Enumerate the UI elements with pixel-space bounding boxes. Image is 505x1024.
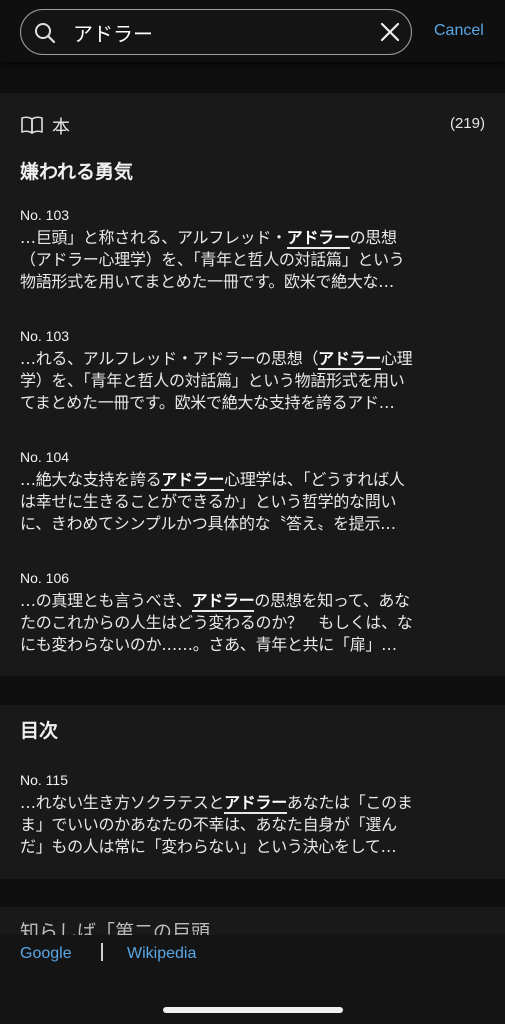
snippet-line: てまとめた一冊です。欧米で絶大な支持を誇るアド…	[20, 392, 488, 414]
clear-icon[interactable]	[379, 21, 401, 43]
search-icon	[35, 23, 56, 44]
snippet-text: （アドラー心理学）を、「青年と哲人の対話篇」という	[20, 250, 405, 269]
snippet-text: だ」もの人は常に「変わらない」という決心をして…	[20, 837, 397, 856]
search-highlight: アドラー	[191, 591, 255, 612]
snippet-text: あなたは「このま	[286, 793, 413, 812]
home-indicator[interactable]	[163, 1007, 343, 1013]
snippet-text: ま」でいいのかあなたの不幸は、あなた自身が「選ん	[20, 815, 397, 834]
search-snippet[interactable]: No. 106 …の真理とも言うべき、アドラーの思想を知って、あな たのこれからの人…	[20, 570, 488, 656]
snippet-line: …絶大な支持を誇るアドラー心理学は、「どうすれば人	[20, 469, 488, 491]
snippet-line: …巨頭」と称される、アルフレッド・アドラーの思想	[20, 227, 488, 249]
snippet-location: No. 104	[20, 449, 70, 465]
snippet-line: 学）を、「青年と哲人の対話篇」という物語形式を用い	[20, 370, 488, 392]
toc-results-panel: 目次 No. 115 …れない生き方ソクラテスとアドラーあなたは「このま ま」でいい…	[0, 705, 505, 879]
snippet-text: 学）を、「青年と哲人の対話篇」という物語形式を用い	[20, 371, 405, 390]
snippet-location: No. 103	[20, 207, 70, 223]
search-highlight: アドラー	[286, 228, 350, 249]
snippet-line: にも変わらないのか……。さあ、青年と共に「扉」…	[20, 634, 488, 656]
search-input[interactable]	[73, 18, 373, 46]
snippet-text: …巨頭」と称される、アルフレッド・	[20, 228, 287, 247]
snippet-line: は幸せに生きることができるか」という哲学的な問い	[20, 491, 488, 513]
snippet-line: に、きわめてシンプルかつ具体的な〝答え〟を提示…	[20, 513, 488, 535]
snippet-text: …の真理とも言うべき、	[20, 591, 192, 610]
snippet-location: No. 106	[20, 570, 70, 586]
books-section-label: 本	[52, 117, 70, 138]
cancel-button[interactable]: Cancel	[434, 22, 484, 40]
search-highlight: アドラー	[224, 793, 287, 814]
snippet-line: …の真理とも言うべき、アドラーの思想を知って、あな	[20, 590, 488, 612]
books-section-header: 本 (219)	[20, 113, 485, 139]
book-title[interactable]: 嫌われる勇気	[20, 157, 133, 184]
snippet-text: 心理学は、「どうすれば人	[224, 470, 405, 489]
google-link[interactable]: Google	[20, 945, 72, 963]
snippet-text: に、きわめてシンプルかつ具体的な〝答え〟を提示…	[20, 514, 396, 533]
books-results-panel: 本 (219) 嫌われる勇気 No. 103 …巨頭」と称される、アルフレッド・ア…	[0, 93, 505, 676]
snippet-location: No. 115	[20, 772, 68, 788]
result-count: (219)	[449, 115, 485, 132]
snippet-text: …れる、アルフレッド・アドラーの思想（	[20, 349, 319, 368]
snippet-text: 物語形式を用いてまとめた一冊です。欧米で絶大な…	[20, 272, 394, 291]
book-icon	[21, 116, 43, 134]
snippet-line: （アドラー心理学）を、「青年と哲人の対話篇」という	[20, 249, 488, 271]
snippet-line: …れない生き方ソクラテスとアドラーあなたは「このま	[20, 792, 488, 814]
bottom-bar: Google Wikipedia	[0, 935, 505, 1024]
snippet-line: だ」もの人は常に「変わらない」という決心をして…	[20, 836, 488, 858]
search-highlight: アドラー	[318, 349, 381, 370]
next-results-panel: 知らしば「第二の巨頭	[0, 907, 505, 935]
snippet-text: にも変わらないのか……。さあ、青年と共に「扉」…	[20, 635, 397, 654]
search-highlight: アドラー	[161, 470, 225, 491]
snippet-line: ま」でいいのかあなたの不幸は、あなた自身が「選ん	[20, 814, 488, 836]
snippet-location: No. 103	[20, 328, 70, 344]
snippet-text: てまとめた一冊です。欧米で絶大な支持を誇るアド…	[20, 393, 395, 412]
search-snippet[interactable]: No. 103 …巨頭」と称される、アルフレッド・アドラーの思想 （アドラー心理学）…	[20, 207, 488, 293]
snippet-text: …れない生き方ソクラテスと	[20, 793, 225, 812]
snippet-line: たのこれからの人生はどう変わるのか？ もしくは、な	[20, 612, 488, 634]
wikipedia-link[interactable]: Wikipedia	[127, 945, 196, 963]
link-divider	[101, 943, 103, 961]
search-results-page: Cancel 本 (219) 嫌われる勇気 No. 103 …巨頭」と称される、ア…	[0, 0, 505, 1024]
next-section-title: 知らしば「第二の巨頭	[20, 921, 211, 935]
snippet-text: …絶大な支持を誇る	[20, 470, 162, 489]
snippet-line: …れる、アルフレッド・アドラーの思想（アドラー心理	[20, 348, 488, 370]
snippet-text: の思想を知って、あな	[254, 591, 410, 610]
snippet-line: 物語形式を用いてまとめた一冊です。欧米で絶大な…	[20, 271, 488, 293]
snippet-text: 心理	[380, 349, 413, 368]
search-snippet[interactable]: No. 103 …れる、アルフレッド・アドラーの思想（アドラー心理 学）を、「青年と…	[20, 328, 488, 414]
search-snippet[interactable]: No. 115 …れない生き方ソクラテスとアドラーあなたは「このま ま」でいいのかあ…	[20, 772, 488, 858]
snippet-text: の思想	[349, 228, 397, 247]
search-field[interactable]	[20, 9, 412, 55]
snippet-text: は幸せに生きることができるか」という哲学的な問い	[20, 492, 397, 511]
toc-section-title: 目次	[20, 720, 59, 742]
search-header: Cancel	[0, 0, 505, 62]
snippet-text: たのこれからの人生はどう変わるのか？ もしくは、な	[20, 613, 413, 632]
search-snippet[interactable]: No. 104 …絶大な支持を誇るアドラー心理学は、「どうすれば人 は幸せに生きるこ…	[20, 449, 488, 535]
